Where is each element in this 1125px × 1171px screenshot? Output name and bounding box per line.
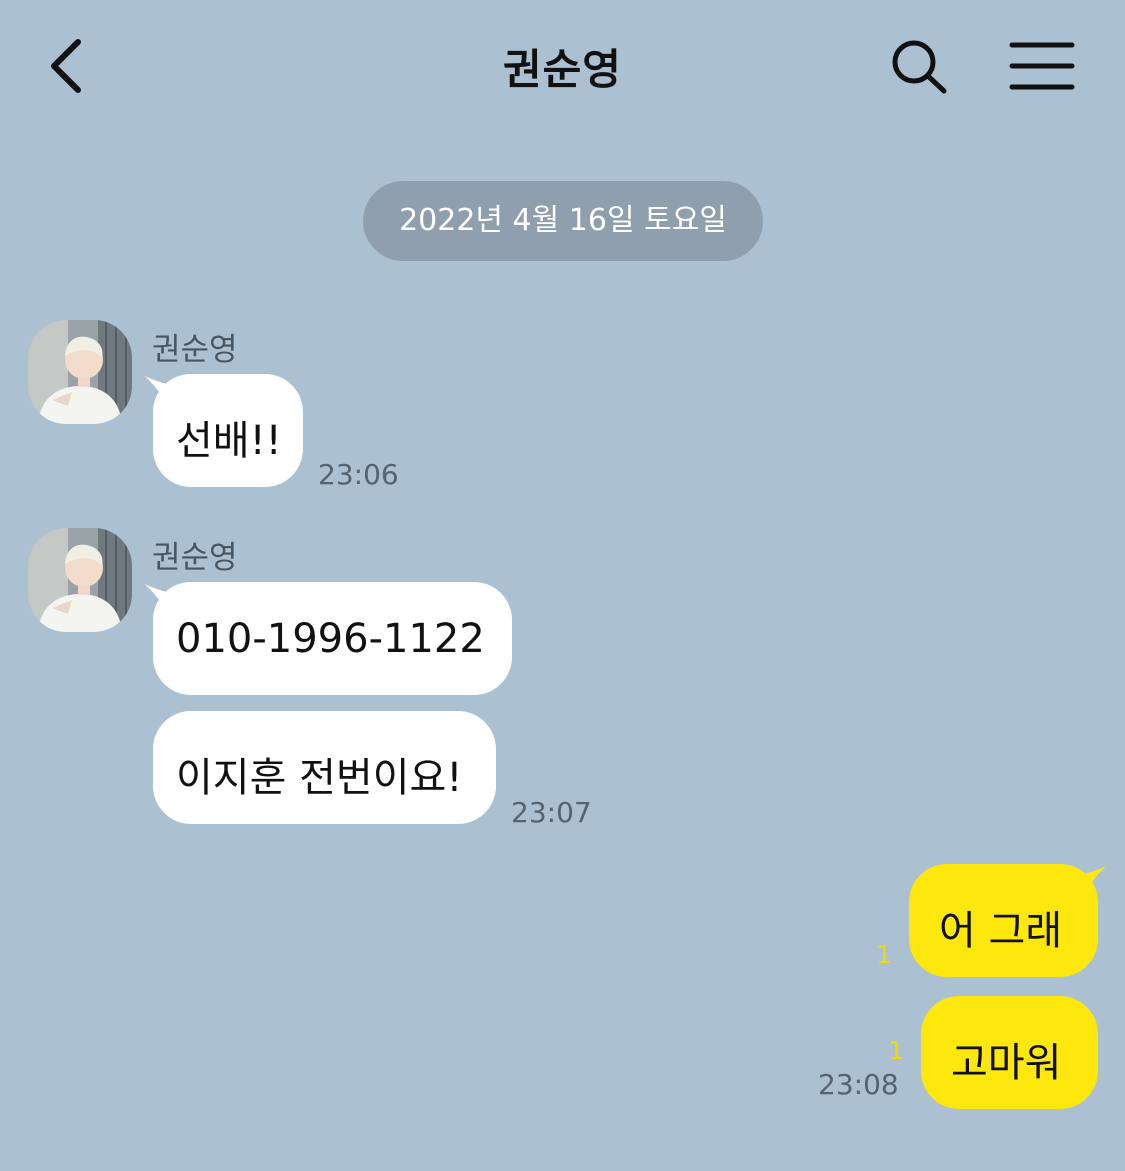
search-icon bbox=[892, 40, 947, 94]
message-timestamp: 23:06 bbox=[318, 458, 399, 491]
sender-avatar[interactable] bbox=[28, 320, 132, 424]
profile-photo-image bbox=[28, 320, 132, 424]
date-divider: 2022년 4월 16일 토요일 bbox=[363, 181, 763, 261]
sender-name: 권순영 bbox=[152, 540, 238, 576]
chat-header: 권순영 bbox=[0, 0, 1125, 135]
profile-photo-image bbox=[28, 528, 132, 632]
message-bubble-outgoing[interactable]: 고마워 bbox=[921, 996, 1098, 1109]
unread-count: 1 bbox=[876, 940, 892, 969]
message-bubble-incoming[interactable]: 선배!! bbox=[153, 374, 303, 487]
chat-title: 권순영 bbox=[503, 45, 622, 94]
search-button[interactable] bbox=[888, 36, 952, 96]
message-timestamp: 23:08 bbox=[818, 1068, 899, 1101]
sender-name: 권순영 bbox=[152, 332, 238, 368]
unread-count: 1 bbox=[888, 1036, 904, 1065]
message-bubble-incoming[interactable]: 010-1996-1122 bbox=[153, 582, 512, 695]
message-bubble-outgoing[interactable]: 어 그래 bbox=[909, 864, 1098, 977]
menu-button[interactable] bbox=[1008, 40, 1076, 92]
hamburger-menu-icon bbox=[1009, 42, 1075, 90]
message-timestamp: 23:07 bbox=[511, 796, 592, 829]
message-bubble-incoming[interactable]: 이지훈 전번이요! bbox=[153, 711, 496, 824]
sender-avatar[interactable] bbox=[28, 528, 132, 632]
